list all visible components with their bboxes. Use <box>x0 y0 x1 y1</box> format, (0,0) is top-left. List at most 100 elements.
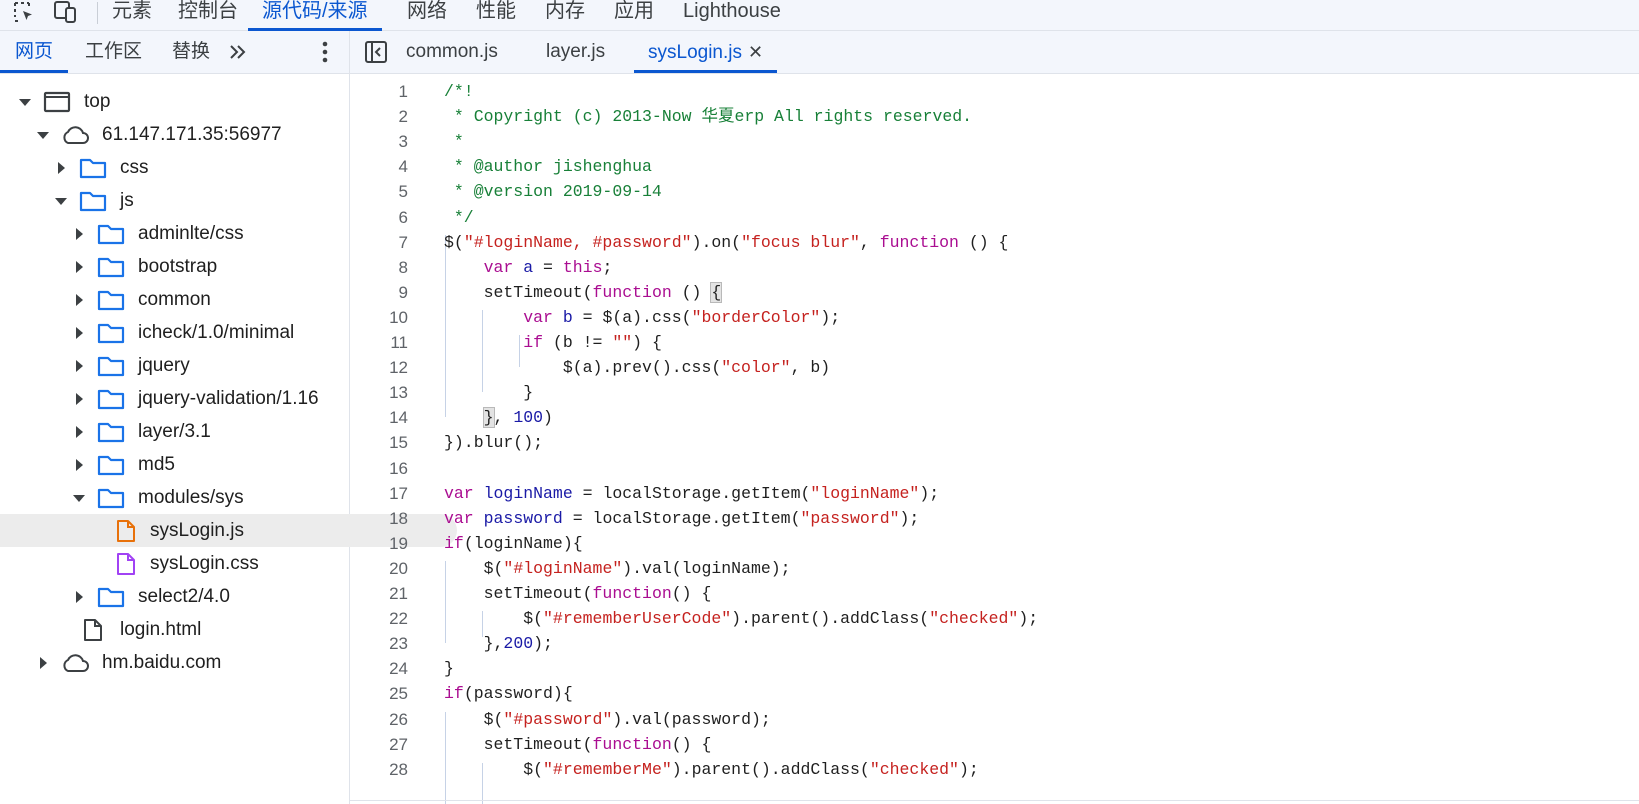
line-number[interactable]: 10 <box>350 305 408 331</box>
line-number[interactable]: 18 <box>350 506 408 532</box>
collapsed-arrow-icon[interactable] <box>72 260 86 274</box>
editor-tab-layer-js[interactable]: layer.js <box>532 31 619 73</box>
line-number[interactable]: 4 <box>350 154 408 180</box>
line-number[interactable]: 28 <box>350 757 408 783</box>
collapsed-arrow-icon[interactable] <box>72 293 86 307</box>
tab-page[interactable]: 网页 <box>0 31 69 73</box>
code-line[interactable]: 10 var b = $(a).css("borderColor"); <box>350 305 1639 331</box>
line-number[interactable]: 12 <box>350 355 408 381</box>
line-number[interactable]: 21 <box>350 581 408 607</box>
tree-item-top[interactable]: top <box>0 85 361 118</box>
expanded-arrow-icon[interactable] <box>18 95 32 109</box>
code-line[interactable]: 28 $("#rememberMe").parent().addClass("c… <box>350 757 1639 783</box>
line-number[interactable]: 26 <box>350 707 408 733</box>
collapsed-arrow-icon[interactable] <box>54 161 68 175</box>
expanded-arrow-icon[interactable] <box>54 194 68 208</box>
editor-tab-syslogin-js[interactable]: sysLogin.js ✕ <box>634 31 778 73</box>
tab-console[interactable]: 控制台 <box>164 0 252 31</box>
code-line[interactable]: 20 $("#loginName").val(loginName); <box>350 556 1639 582</box>
tab-sources[interactable]: 源代码/来源 <box>248 0 382 31</box>
code-line[interactable]: 8 var a = this; <box>350 255 1639 281</box>
tab-application[interactable]: 应用 <box>600 0 668 31</box>
code-line[interactable]: 24} <box>350 656 1639 682</box>
line-number[interactable]: 16 <box>350 456 408 482</box>
line-number[interactable]: 7 <box>350 230 408 256</box>
line-number[interactable]: 24 <box>350 656 408 682</box>
code-line[interactable]: 5 * @version 2019-09-14 <box>350 179 1639 205</box>
code-line[interactable]: 7 $("#loginName, #password").on("focus bl… <box>350 230 1639 256</box>
line-number[interactable]: 9 <box>350 280 408 306</box>
collapsed-arrow-icon[interactable] <box>72 227 86 241</box>
tree-item-folder[interactable]: css <box>0 151 397 184</box>
tab-memory[interactable]: 内存 <box>531 0 599 31</box>
tree-item-folder[interactable]: js <box>0 184 397 217</box>
expanded-arrow-icon[interactable] <box>36 128 50 142</box>
folder-icon <box>96 222 126 246</box>
line-number[interactable]: 5 <box>350 179 408 205</box>
tab-network[interactable]: 网络 <box>393 0 461 31</box>
line-number[interactable]: 6 <box>350 205 408 231</box>
line-number[interactable]: 14 <box>350 405 408 431</box>
code-line[interactable]: 14 }, 100) <box>350 405 1639 431</box>
code-line[interactable]: 6 */ <box>350 205 1639 231</box>
collapsed-arrow-icon[interactable] <box>72 425 86 439</box>
code-line[interactable]: 2 * Copyright (c) 2013-Now 华夏erp All rig… <box>350 104 1639 130</box>
collapsed-arrow-icon[interactable] <box>72 392 86 406</box>
code-line[interactable]: 23 },200); <box>350 631 1639 657</box>
code-line[interactable]: 12 $(a).prev().css("color", b) <box>350 355 1639 381</box>
code-line[interactable]: 3 * <box>350 129 1639 155</box>
code-line[interactable]: 9 setTimeout(function () { <box>350 280 1639 306</box>
code-line[interactable]: 11 if (b != "") { <box>350 330 1639 356</box>
close-icon[interactable]: ✕ <box>748 31 763 73</box>
code-line[interactable]: 18 var password = localStorage.getItem("p… <box>350 506 1639 532</box>
code-line[interactable]: 26 $("#password").val(password); <box>350 707 1639 733</box>
line-number[interactable]: 8 <box>350 255 408 281</box>
tab-elements[interactable]: 元素 <box>98 0 166 31</box>
collapsed-arrow-icon[interactable] <box>72 458 86 472</box>
line-number[interactable]: 20 <box>350 556 408 582</box>
line-number[interactable]: 11 <box>350 330 408 356</box>
more-tabs-icon[interactable] <box>226 40 254 64</box>
code-line[interactable]: 15}).blur(); <box>350 430 1639 456</box>
line-number[interactable]: 23 <box>350 631 408 657</box>
tree-item-origin[interactable]: 61.147.171.35:56977 <box>0 118 379 151</box>
editor-tab-common-js[interactable]: common.js <box>392 31 512 73</box>
line-number[interactable]: 27 <box>350 732 408 758</box>
expanded-arrow-icon[interactable] <box>72 491 86 505</box>
code-line[interactable]: 16 <box>350 456 1639 482</box>
tab-performance[interactable]: 性能 <box>462 0 530 31</box>
line-number[interactable]: 22 <box>350 606 408 632</box>
code-line[interactable]: 19 if(loginName){ <box>350 531 1639 557</box>
tab-overrides[interactable]: 替换 <box>157 31 225 73</box>
line-number[interactable]: 19 <box>350 531 408 557</box>
collapsed-arrow-icon[interactable] <box>72 326 86 340</box>
code-line[interactable]: 27 setTimeout(function() { <box>350 732 1639 758</box>
tab-lighthouse[interactable]: Lighthouse <box>669 0 795 31</box>
tab-workspace[interactable]: 工作区 <box>70 31 157 73</box>
toggle-navigator-icon[interactable] <box>364 40 388 64</box>
collapsed-arrow-icon[interactable] <box>72 590 86 604</box>
line-number[interactable]: 17 <box>350 481 408 507</box>
inspect-element-icon[interactable] <box>10 0 38 24</box>
line-number[interactable]: 15 <box>350 430 408 456</box>
code-line[interactable]: 22 $("#rememberUserCode").parent().addCl… <box>350 606 1639 632</box>
code-line[interactable]: 13 } <box>350 380 1639 406</box>
code-line[interactable]: 25 if(password){ <box>350 681 1639 707</box>
code-line[interactable]: 21 setTimeout(function() { <box>350 581 1639 607</box>
tree-item-origin[interactable]: hm.baidu.com <box>0 646 379 679</box>
line-number[interactable]: 25 <box>350 681 408 707</box>
line-number[interactable]: 2 <box>350 104 408 130</box>
code-text: },200); <box>444 634 553 654</box>
more-options-icon[interactable] <box>316 39 334 65</box>
code-line[interactable]: 17 var loginName = localStorage.getItem("… <box>350 481 1639 507</box>
line-number[interactable]: 1 <box>350 79 408 105</box>
collapsed-arrow-icon[interactable] <box>36 656 50 670</box>
code-line[interactable]: 4 * @author jishenghua <box>350 154 1639 180</box>
line-number[interactable]: 13 <box>350 380 408 406</box>
device-toolbar-icon[interactable] <box>52 0 80 24</box>
collapsed-arrow-icon[interactable] <box>72 359 86 373</box>
code-line[interactable]: 1 /*! <box>350 79 1639 105</box>
code-editor[interactable]: 1 /*! 2 * Copyright (c) 2013-Now 华夏erp All… <box>350 79 1639 804</box>
line-number[interactable]: 3 <box>350 129 408 155</box>
code-text: }, 100) <box>482 407 553 429</box>
